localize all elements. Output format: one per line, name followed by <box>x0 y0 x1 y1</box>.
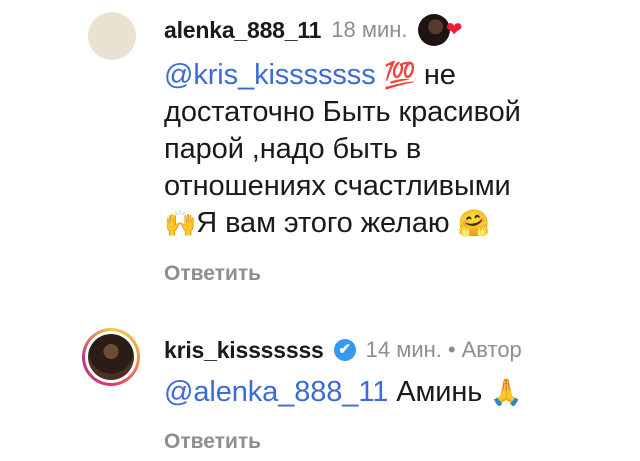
comment-text: @kris_kisssssss 💯 не достаточно Быть кра… <box>164 59 521 239</box>
mention-link[interactable]: @alenka_888_11 <box>164 376 388 408</box>
username[interactable]: alenka_888_11 <box>164 17 321 44</box>
comment-text: @alenka_888_11 Аминь 🙏 <box>164 376 523 408</box>
separator: • <box>447 337 456 362</box>
avatar[interactable] <box>88 12 136 60</box>
username[interactable]: kris_kisssssss <box>164 337 324 364</box>
raised-hands-icon: 🙌 <box>164 208 197 238</box>
verified-badge-icon: ✔ <box>333 339 356 361</box>
timestamp: 14 мин. <box>365 337 442 362</box>
mention-link[interactable]: @kris_kisssssss <box>164 59 376 91</box>
comment-header: alenka_888_11 18 мин. ❤ <box>164 14 463 46</box>
heart-icon: ❤ <box>445 19 463 41</box>
avatar <box>88 334 134 380</box>
reply-button[interactable]: Ответить <box>164 430 261 454</box>
author-like-indicator: ❤ <box>417 14 463 46</box>
reply-button[interactable]: Ответить <box>164 262 261 286</box>
timestamp: 18 мин. <box>331 17 408 42</box>
hugging-face-icon: 🤗 <box>457 208 490 238</box>
hundred-points-icon: 💯 <box>383 60 416 90</box>
folded-hands-icon: 🙏 <box>490 377 523 407</box>
author-label: Автор <box>461 337 522 362</box>
story-ring-avatar[interactable] <box>82 328 140 386</box>
comment-header: kris_kisssssss ✔ 14 мин. • Автор <box>164 334 522 366</box>
